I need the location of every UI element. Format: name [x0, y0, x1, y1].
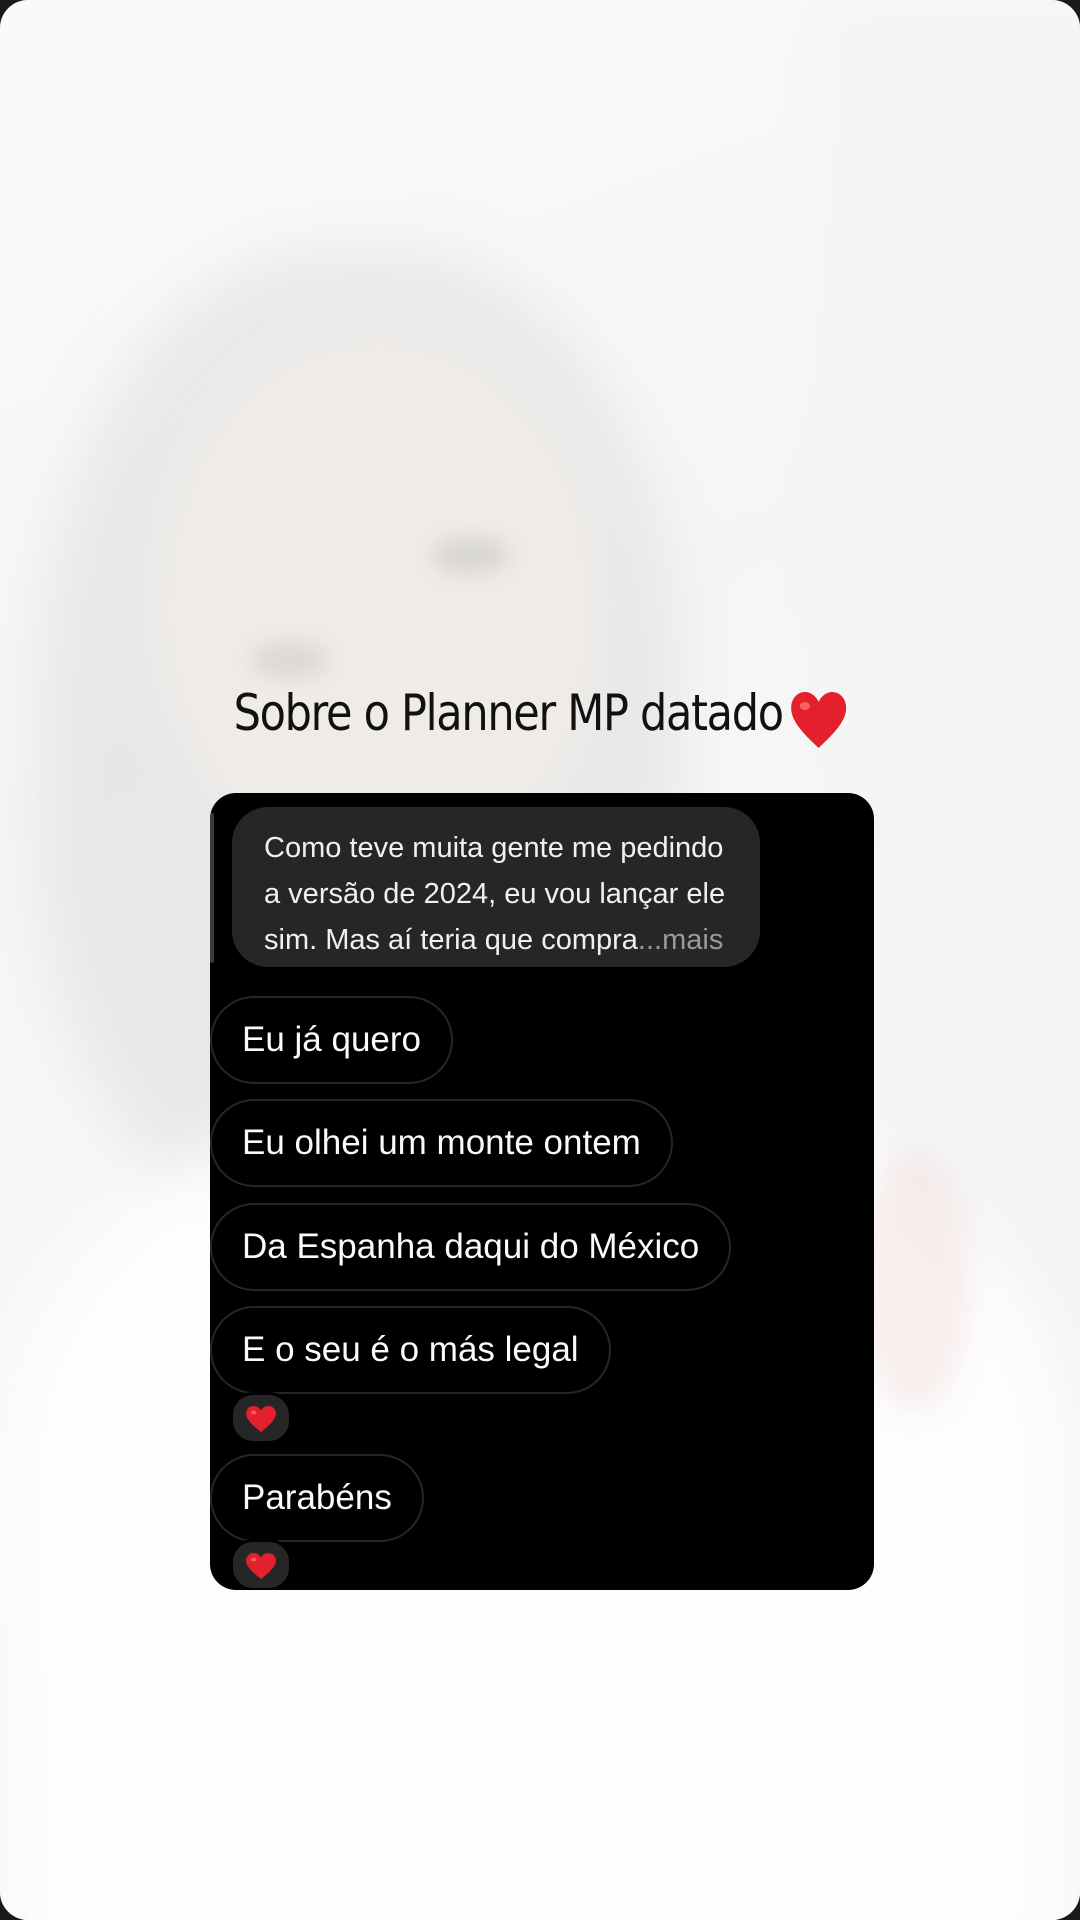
- heart-reaction-badge[interactable]: [230, 1392, 292, 1444]
- quote-indicator-bar: [210, 813, 214, 963]
- message-text: Da Espanha daqui do México: [242, 1227, 700, 1266]
- story-screen: Sobre o Planner MP datado Como teve muit…: [0, 0, 1080, 1920]
- caption-text: Sobre o Planner MP datado: [233, 684, 784, 742]
- message-bubble[interactable]: Eu olhei um monte ontem: [210, 1099, 673, 1187]
- message-text: Parabéns: [242, 1478, 392, 1517]
- message-text: E o seu é o más legal: [242, 1330, 579, 1369]
- heart-reaction-badge[interactable]: [230, 1539, 292, 1590]
- see-more-link[interactable]: ...mais: [638, 924, 723, 956]
- heart-icon: [246, 1406, 276, 1433]
- message-bubble[interactable]: Parabéns: [210, 1454, 424, 1542]
- message-bubble[interactable]: E o seu é o más legal: [210, 1306, 611, 1394]
- story-caption: Sobre o Planner MP datado: [76, 684, 1005, 750]
- message-text: Eu olhei um monte ontem: [242, 1123, 641, 1162]
- quoted-message-bubble[interactable]: Como teve muita gente me pedindo a versã…: [232, 807, 760, 967]
- message-bubble[interactable]: Eu já quero: [210, 996, 454, 1084]
- heart-icon: [246, 1553, 276, 1580]
- heart-icon: [791, 688, 847, 750]
- chat-screenshot-card: Como teve muita gente me pedindo a versã…: [210, 793, 874, 1590]
- message-bubble[interactable]: Da Espanha daqui do México: [210, 1203, 732, 1291]
- message-text: Eu já quero: [242, 1020, 422, 1059]
